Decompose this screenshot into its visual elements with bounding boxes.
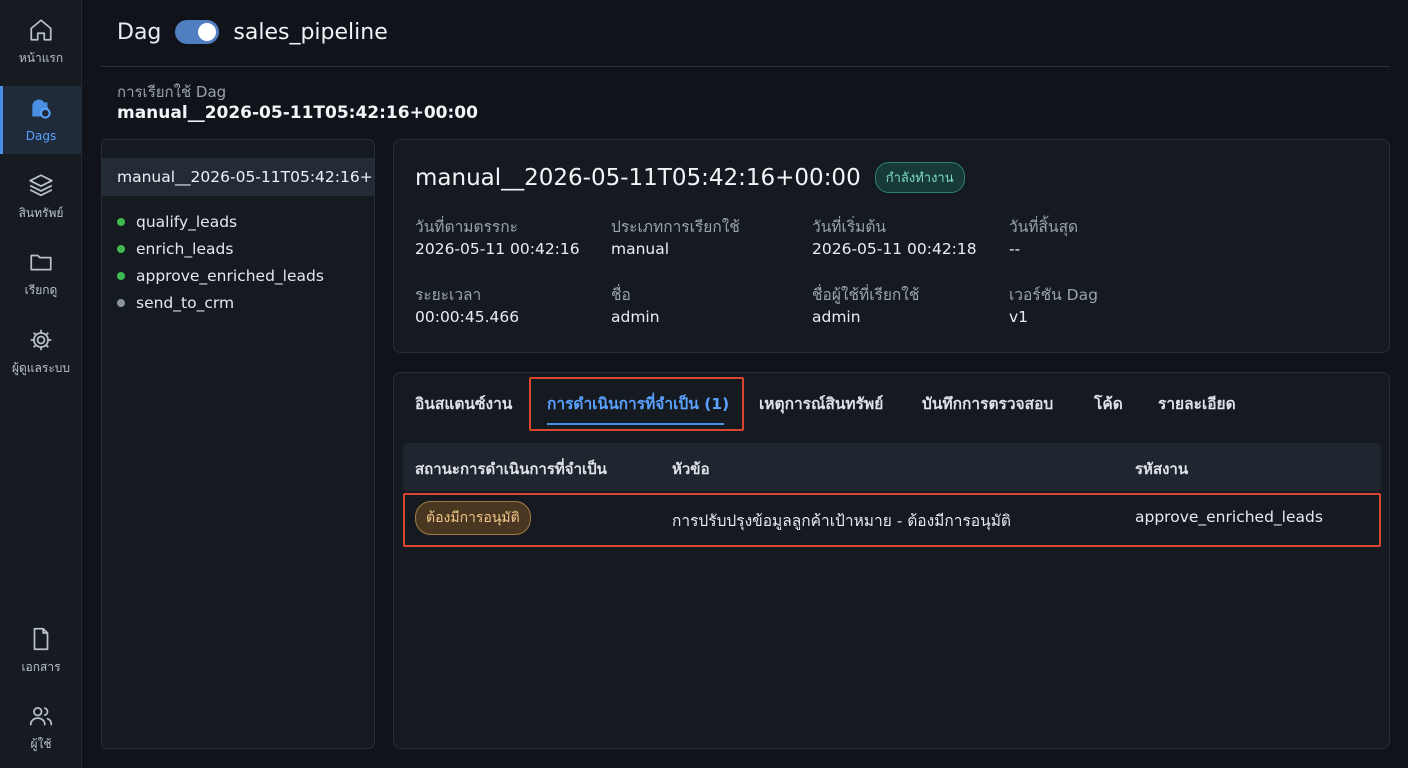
tab-code[interactable]: โค้ด	[1094, 391, 1123, 416]
task-item[interactable]: approve_enriched_leads	[117, 262, 324, 289]
nav-item-users[interactable]: ผู้ใช้	[0, 694, 82, 762]
field-label: วันที่ตามตรรกะ	[415, 218, 518, 236]
assets-icon	[29, 173, 53, 196]
column-header[interactable]: สถานะการดำเนินการที่จำเป็น	[415, 457, 607, 481]
field-value: manual	[611, 240, 670, 258]
field-label: ระยะเวลา	[415, 286, 482, 304]
field-triggering-user: ชื่อผู้ใช้ที่เรียกใช้ admin	[812, 282, 919, 326]
field-start-date: วันที่เริ่มต้น 2026-05-11 00:42:18	[812, 214, 977, 258]
field-name: ชื่อ admin	[611, 282, 660, 326]
run-tree-panel: manual__2026-05-11T05:42:16+ qualify_lea…	[101, 139, 375, 749]
breadcrumb-run-label: การเรียกใช้ Dag	[117, 83, 227, 101]
nav-item-browse[interactable]: เรียกดู	[0, 240, 82, 308]
breadcrumb-run-id: manual__2026-05-11T05:42:16+00:00	[117, 103, 478, 123]
dags-icon	[32, 99, 51, 119]
home-icon	[30, 18, 52, 41]
tabs-card: อินสแตนซ์งาน การดำเนินการที่จำเป็น (1) เ…	[393, 372, 1390, 749]
dag-label: Dag	[117, 19, 162, 45]
task-item[interactable]: enrich_leads	[117, 235, 324, 262]
nav-item-docs[interactable]: เอกสาร	[0, 617, 82, 685]
field-label: ชื่อ	[611, 286, 631, 304]
field-run-type: ประเภทการเรียกใช้ manual	[611, 214, 740, 258]
selected-run-item[interactable]: manual__2026-05-11T05:42:16+	[102, 158, 374, 196]
status-dot-icon	[117, 217, 125, 226]
status-dot-icon	[117, 244, 125, 253]
header-divider	[101, 66, 1390, 67]
field-value: admin	[611, 308, 660, 326]
task-list: qualify_leads enrich_leads approve_enric…	[117, 208, 324, 316]
field-value: 00:00:45.466	[415, 308, 520, 326]
field-duration: ระยะเวลา 00:00:45.466	[415, 282, 519, 326]
nav-label-admin: ผู้ดูแลระบบ	[11, 360, 71, 375]
field-value: v1	[1009, 308, 1029, 326]
nav-label-browse: เรียกดู	[24, 282, 58, 297]
nav-label-docs: เอกสาร	[21, 659, 61, 674]
field-label: เวอร์ชัน Dag	[1009, 286, 1098, 304]
field-value: 2026-05-11 00:42:16	[415, 240, 580, 258]
nav-label-users: ผู้ใช้	[30, 736, 52, 751]
task-name: qualify_leads	[136, 212, 238, 231]
status-badge: กำลังทำงาน	[874, 162, 965, 193]
table-header: สถานะการดำเนินการที่จำเป็น หัวข้อ รหัสงา…	[403, 443, 1381, 491]
row-task-id[interactable]: approve_enriched_leads	[1135, 508, 1323, 526]
approval-required-badge: ต้องมีการอนุมัติ	[415, 501, 531, 535]
table-row[interactable]: ต้องมีการอนุมัติ การปรับปรุงข้อมูลลูกค้า…	[403, 491, 1381, 547]
nav-item-home[interactable]: หน้าแรก	[0, 8, 82, 76]
column-header[interactable]: หัวข้อ	[672, 457, 710, 481]
status-dot-icon	[117, 298, 125, 307]
nav-label-dags: Dags	[25, 129, 57, 143]
task-name: approve_enriched_leads	[136, 266, 324, 285]
field-label: วันที่สิ้นสุด	[1009, 218, 1079, 236]
run-title-row: manual__2026-05-11T05:42:16+00:00 กำลังท…	[415, 162, 965, 193]
gear-icon	[30, 329, 52, 350]
row-subject[interactable]: การปรับปรุงข้อมูลลูกค้าเป้าหมาย - ต้องมี…	[672, 508, 1011, 533]
nav-label-home: หน้าแรก	[18, 50, 64, 65]
dag-header: Dag sales_pipeline	[117, 16, 388, 48]
field-logical-date: วันที่ตามตรรกะ 2026-05-11 00:42:16	[415, 214, 580, 258]
task-item[interactable]: qualify_leads	[117, 208, 324, 235]
dag-pause-toggle[interactable]	[175, 20, 220, 44]
field-label: ชื่อผู้ใช้ที่เรียกใช้	[812, 286, 920, 304]
task-name: enrich_leads	[136, 239, 234, 258]
users-icon	[29, 706, 53, 726]
tab-details[interactable]: รายละเอียด	[1158, 391, 1236, 416]
field-label: วันที่เริ่มต้น	[812, 218, 887, 236]
column-header[interactable]: รหัสงาน	[1135, 457, 1188, 481]
field-end-date: วันที่สิ้นสุด --	[1009, 214, 1078, 258]
document-icon	[33, 627, 49, 650]
nav-label-assets: สินทรัพย์	[18, 205, 64, 220]
nav-item-admin[interactable]: ผู้ดูแลระบบ	[0, 318, 82, 386]
tab-audit-log[interactable]: บันทึกการตรวจสอบ	[922, 391, 1053, 416]
field-value: 2026-05-11 00:42:18	[812, 240, 977, 258]
field-value: admin	[812, 308, 861, 326]
tab-underline	[547, 423, 724, 425]
nav-rail: หน้าแรก Dags สินทรัพย์ เรียกดู ผู้ดูแลระ…	[0, 0, 82, 768]
required-actions-table: สถานะการดำเนินการที่จำเป็น หัวข้อ รหัสงา…	[403, 443, 1381, 547]
status-dot-icon	[117, 271, 125, 280]
nav-item-dags[interactable]: Dags	[0, 86, 82, 154]
tab-task-instances[interactable]: อินสแตนซ์งาน	[415, 391, 512, 416]
folder-icon	[30, 254, 52, 270]
run-details-card: manual__2026-05-11T05:42:16+00:00 กำลังท…	[393, 139, 1390, 353]
field-dag-version: เวอร์ชัน Dag v1	[1009, 282, 1098, 326]
dag-name[interactable]: sales_pipeline	[233, 20, 387, 45]
run-title: manual__2026-05-11T05:42:16+00:00	[415, 164, 861, 191]
task-item[interactable]: send_to_crm	[117, 289, 324, 316]
field-label: ประเภทการเรียกใช้	[611, 218, 740, 236]
tab-asset-events[interactable]: เหตุการณ์สินทรัพย์	[759, 391, 883, 416]
task-name: send_to_crm	[136, 293, 235, 312]
nav-item-assets[interactable]: สินทรัพย์	[0, 163, 82, 231]
field-value: --	[1009, 240, 1021, 258]
tab-required-actions[interactable]: การดำเนินการที่จำเป็น (1)	[547, 391, 729, 416]
